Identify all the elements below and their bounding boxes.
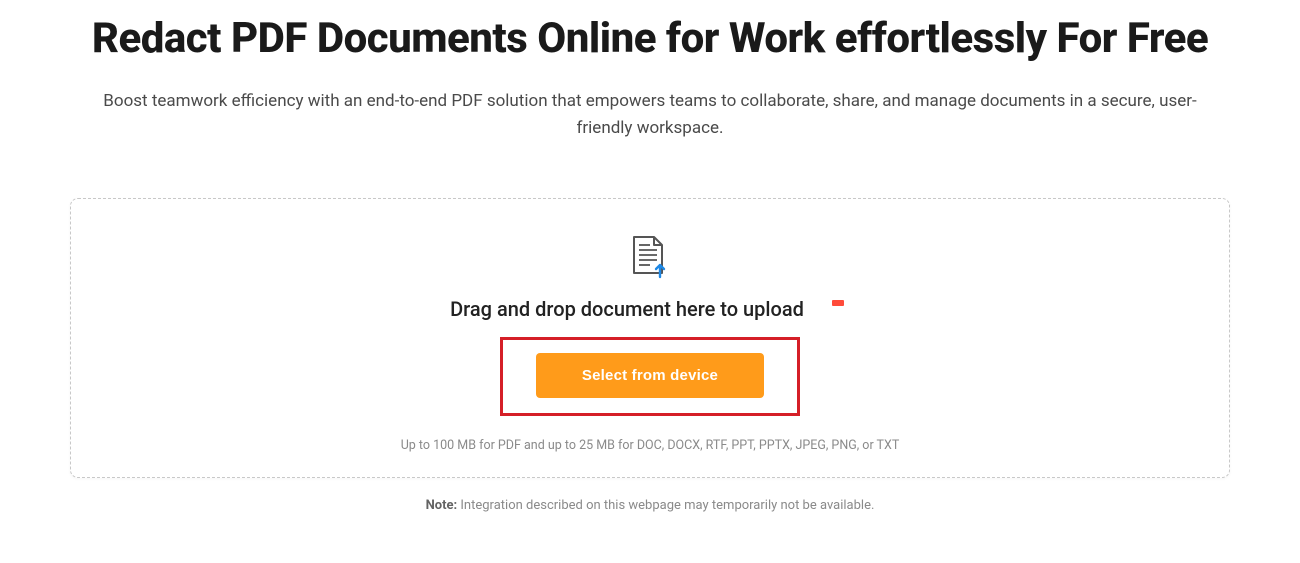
drop-instruction-text: Drag and drop document here to upload: [450, 297, 804, 321]
note-text: Integration described on this webpage ma…: [457, 498, 874, 513]
note-label: Note:: [426, 498, 458, 513]
upload-document-icon: [630, 235, 670, 283]
page-subtitle: Boost teamwork efficiency with an end-to…: [100, 88, 1200, 142]
annotation-highlight-frame: Select from device: [500, 337, 800, 416]
file-limits-text: Up to 100 MB for PDF and up to 25 MB for…: [91, 438, 1209, 453]
select-from-device-button[interactable]: Select from device: [536, 353, 764, 398]
page-title: Redact PDF Documents Online for Work eff…: [60, 15, 1240, 63]
annotation-mark-icon: [832, 300, 844, 306]
integration-note: Note: Integration described on this webp…: [60, 498, 1240, 513]
upload-dropzone[interactable]: Drag and drop document here to upload Se…: [70, 198, 1230, 478]
